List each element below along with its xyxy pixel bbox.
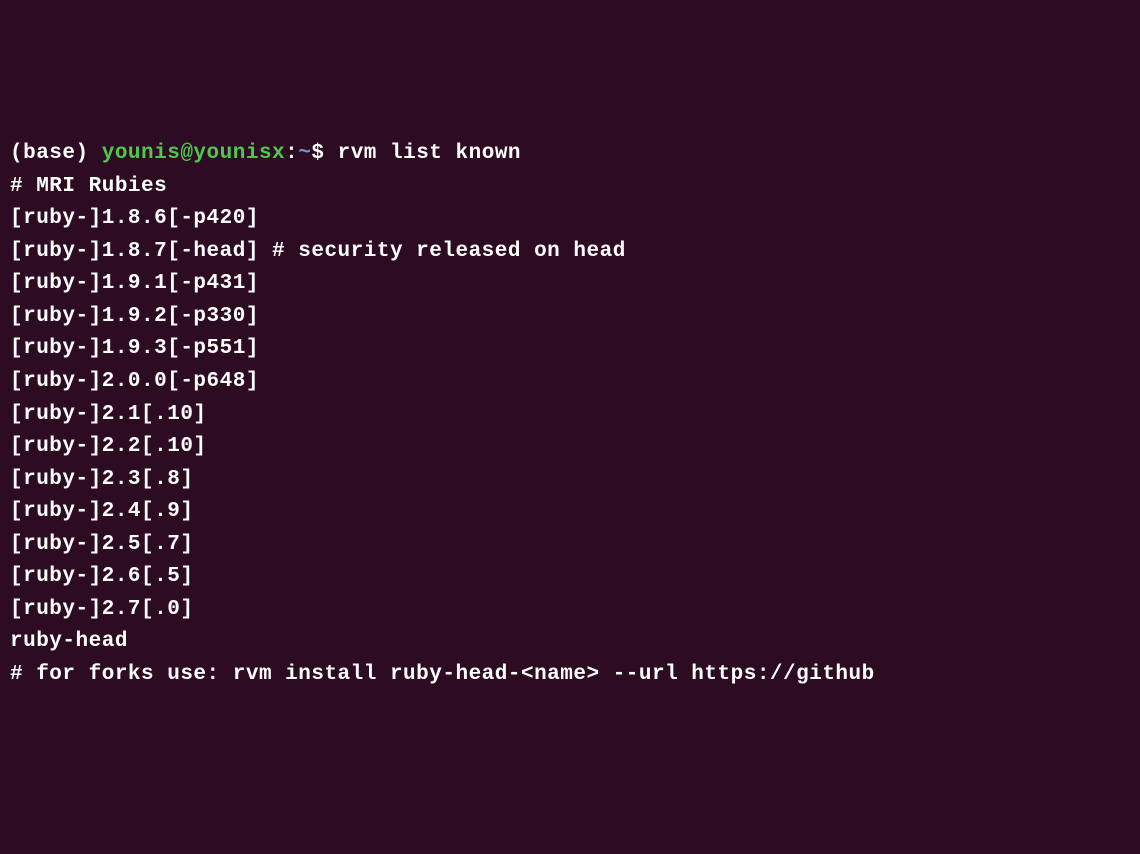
prompt-env: (base) (10, 142, 102, 165)
output-line: [ruby-]2.5[.7] (10, 529, 1130, 562)
output-line: [ruby-]2.1[.10] (10, 399, 1130, 432)
output-line: # for forks use: rvm install ruby-head-<… (10, 659, 1130, 692)
output-line: [ruby-]1.9.3[-p551] (10, 333, 1130, 366)
output-line: [ruby-]2.2[.10] (10, 431, 1130, 464)
output-line: [ruby-]1.8.6[-p420] (10, 203, 1130, 236)
terminal-output: (base) younis@younisx:~$ rvm list known#… (10, 138, 1130, 691)
output-line: ruby-head (10, 626, 1130, 659)
output-line: [ruby-]1.8.7[-head] # security released … (10, 236, 1130, 269)
output-line: [ruby-]2.4[.9] (10, 496, 1130, 529)
prompt-dollar: $ (311, 142, 337, 165)
prompt-colon: : (285, 142, 298, 165)
output-line: [ruby-]2.3[.8] (10, 464, 1130, 497)
output-line: [ruby-]1.9.2[-p330] (10, 301, 1130, 334)
command-text: rvm list known (338, 142, 521, 165)
output-line: [ruby-]2.7[.0] (10, 594, 1130, 627)
prompt-line[interactable]: (base) younis@younisx:~$ rvm list known (10, 138, 1130, 171)
output-line: [ruby-]2.6[.5] (10, 561, 1130, 594)
output-header: # MRI Rubies (10, 171, 1130, 204)
output-line: [ruby-]1.9.1[-p431] (10, 268, 1130, 301)
prompt-user-host: younis@younisx (102, 142, 285, 165)
output-line: [ruby-]2.0.0[-p648] (10, 366, 1130, 399)
prompt-path: ~ (298, 142, 311, 165)
